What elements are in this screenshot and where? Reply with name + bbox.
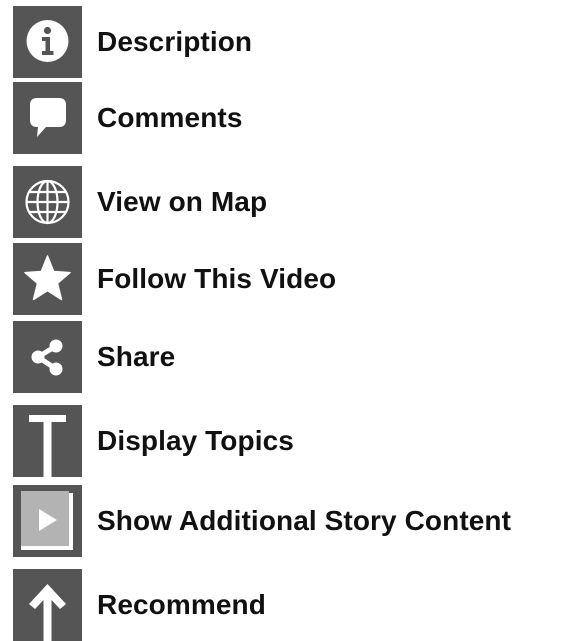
- menu-item-label: Comments: [97, 102, 243, 133]
- menu-item-label: Follow This Video: [97, 263, 337, 294]
- info-icon: [13, 6, 82, 78]
- action-menu: Description Comments View on Map Follow …: [0, 0, 566, 641]
- menu-item-description[interactable]: Description: [0, 6, 566, 78]
- arrow-up-icon: [13, 569, 82, 641]
- globe-icon: [13, 166, 82, 238]
- menu-item-view-on-map[interactable]: View on Map: [0, 166, 566, 238]
- menu-item-comments[interactable]: Comments: [0, 82, 566, 154]
- menu-item-label: Description: [97, 26, 253, 57]
- speech-bubble-icon: [13, 82, 82, 154]
- menu-item-label: View on Map: [97, 186, 268, 217]
- menu-item-display-topics[interactable]: Display Topics: [0, 405, 566, 477]
- menu-item-share[interactable]: Share: [0, 321, 566, 393]
- play-box-icon: [13, 485, 82, 557]
- menu-item-label: Share: [97, 341, 176, 372]
- menu-item-follow-this-video[interactable]: Follow This Video: [0, 243, 566, 315]
- share-icon: [13, 321, 82, 393]
- menu-item-show-additional-story-content[interactable]: Show Additional Story Content: [0, 485, 566, 557]
- menu-item-recommend[interactable]: Recommend: [0, 569, 566, 641]
- menu-item-label: Recommend: [97, 589, 266, 620]
- menu-item-label: Display Topics: [97, 425, 294, 456]
- menu-item-label: Show Additional Story Content: [97, 505, 512, 536]
- letter-t-icon: [13, 405, 82, 477]
- star-icon: [13, 243, 82, 315]
